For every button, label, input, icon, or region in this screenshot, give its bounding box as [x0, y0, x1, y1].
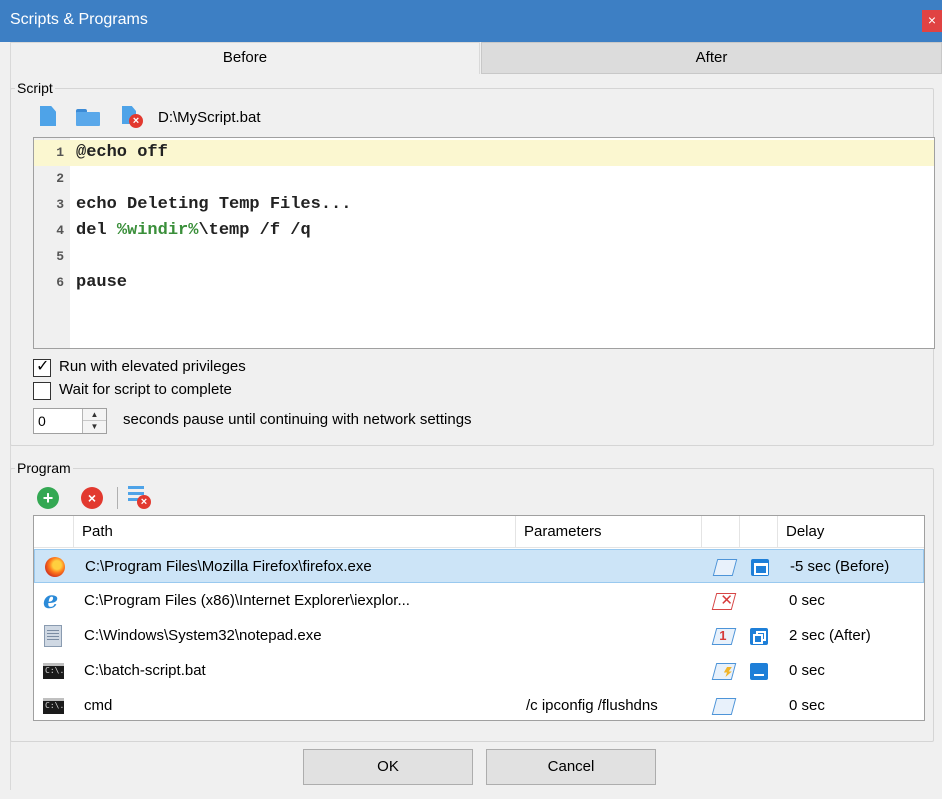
table-row[interactable]: C:\. C:\batch-script.bat 0 sec	[34, 654, 924, 688]
add-program-button[interactable]: +	[37, 487, 59, 509]
line-number: 1	[56, 145, 64, 160]
program-parameters	[526, 619, 706, 653]
code-text[interactable]: del %windir%\temp /f /q	[76, 218, 311, 244]
spin-down-button[interactable]: ▼	[83, 421, 106, 433]
line-number: 3	[56, 197, 64, 212]
table-row[interactable]: C:\Windows\System32\notepad.exe 1 2 sec (A…	[34, 619, 924, 653]
table-row[interactable]: C:\. cmd/c ipconfig /flushdns 0 sec	[34, 689, 924, 723]
window-minimized-icon[interactable]	[750, 663, 768, 680]
window-column-header[interactable]	[702, 516, 740, 548]
code-token: @echo off	[76, 143, 168, 162]
pause-seconds-value[interactable]: 0	[38, 413, 46, 429]
program-path: C:\batch-script.bat	[84, 662, 206, 679]
code-line[interactable]: 3 echo Deleting Temp Files...	[34, 192, 934, 218]
spin-up-button[interactable]: ▲	[83, 409, 106, 421]
internet-explorer-icon: e	[43, 585, 59, 614]
code-text[interactable]: pause	[76, 270, 127, 296]
path-column-header[interactable]: Path	[74, 516, 516, 548]
program-parameters	[526, 584, 706, 618]
program-parameters	[527, 550, 707, 584]
open-folder-icon[interactable]	[76, 109, 100, 126]
program-delay: 2 sec (After)	[789, 627, 871, 644]
run-elevated-label: Run with elevated privileges	[59, 358, 246, 375]
code-text[interactable]: @echo off	[76, 140, 168, 166]
cancel-button[interactable]: Cancel	[486, 749, 656, 785]
window-maximized-icon[interactable]	[750, 628, 768, 645]
code-token: echo Deleting Temp Files...	[76, 195, 352, 214]
clear-list-icon[interactable]: ×	[128, 486, 152, 510]
code-line[interactable]: 5	[34, 244, 934, 270]
program-parameters: /c ipconfig /flushdns	[526, 697, 658, 714]
code-token: \temp /f /q	[198, 221, 311, 240]
close-button[interactable]: ×	[922, 10, 942, 32]
script-group-label: Script	[17, 80, 53, 96]
delete-file-icon[interactable]: ×	[121, 106, 143, 128]
code-token: pause	[76, 273, 128, 292]
window-title: Scripts & Programs	[10, 11, 148, 28]
table-row[interactable]: C:\Program Files\Mozilla Firefox\firefox…	[34, 549, 924, 583]
window-close-icon[interactable]: ✕	[711, 592, 737, 610]
pause-seconds-spinner[interactable]: 0 ▲ ▼	[33, 408, 107, 434]
console-icon: C:\.	[40, 689, 64, 723]
code-line[interactable]: 1 @echo off	[34, 140, 934, 166]
icon-column-header	[34, 516, 74, 548]
program-path: C:\Program Files (x86)\Internet Explorer…	[84, 592, 410, 609]
program-delay: 0 sec	[789, 592, 825, 609]
firefox-icon	[41, 550, 65, 584]
code-line[interactable]: 4 del %windir%\temp /f /q	[34, 218, 934, 244]
program-path: C:\Windows\System32\notepad.exe	[84, 627, 322, 644]
program-path: cmd	[84, 697, 113, 714]
tab-before[interactable]: Before	[10, 42, 480, 74]
line-number: 4	[56, 223, 64, 238]
program-path: C:\Program Files\Mozilla Firefox\firefox…	[85, 558, 372, 575]
line-number: 2	[56, 171, 64, 186]
code-line[interactable]: 2	[34, 166, 934, 192]
delay-column-header[interactable]: Delay	[778, 516, 924, 548]
table-row[interactable]: e C:\Program Files (x86)\Internet Explore…	[34, 584, 924, 618]
code-token: del	[76, 221, 117, 240]
table-header: Path Parameters Delay	[34, 516, 924, 548]
program-delay: -5 sec (Before)	[790, 558, 890, 575]
remove-program-button[interactable]: ×	[81, 487, 103, 509]
program-parameters	[526, 654, 706, 688]
window-normal-icon[interactable]	[751, 559, 769, 576]
notepad-icon	[40, 619, 64, 653]
script-path: D:\MyScript.bat	[158, 109, 261, 126]
checkmark-icon: ✓	[36, 358, 50, 375]
program-delay: 0 sec	[789, 697, 825, 714]
pause-seconds-label: seconds pause until continuing with netw…	[123, 411, 472, 428]
program-table[interactable]: Path Parameters Delay C:\Program Files\M…	[33, 515, 925, 721]
code-text[interactable]: echo Deleting Temp Files...	[76, 192, 351, 218]
wait-complete-label: Wait for script to complete	[59, 381, 232, 398]
tab-after[interactable]: After	[481, 42, 942, 74]
code-line[interactable]: 6 pause	[34, 270, 934, 296]
program-group-label: Program	[17, 460, 71, 476]
wait-complete-checkbox[interactable]	[33, 382, 51, 400]
window-one-icon[interactable]: 1	[711, 628, 737, 645]
program-delay: 0 sec	[789, 662, 825, 679]
window-blank-icon[interactable]	[711, 698, 737, 715]
parameters-column-header[interactable]: Parameters	[516, 516, 702, 548]
script-editor[interactable]: 1 @echo off 2 3 echo Deleting Temp Files... 4…	[33, 137, 935, 349]
window-blank-icon[interactable]	[712, 559, 738, 576]
run-elevated-checkbox[interactable]: ✓	[33, 358, 51, 377]
console-icon: C:\.	[40, 654, 64, 688]
window-bolt-icon[interactable]	[711, 663, 737, 680]
toolbar-separator	[117, 487, 118, 509]
line-number: 6	[56, 275, 64, 290]
line-number: 5	[56, 249, 64, 264]
new-file-icon[interactable]	[40, 106, 56, 126]
ok-button[interactable]: OK	[303, 749, 473, 785]
title-bar: Scripts & Programs ×	[0, 0, 942, 42]
state-column-header[interactable]	[740, 516, 778, 548]
code-variable: %windir%	[116, 221, 199, 240]
